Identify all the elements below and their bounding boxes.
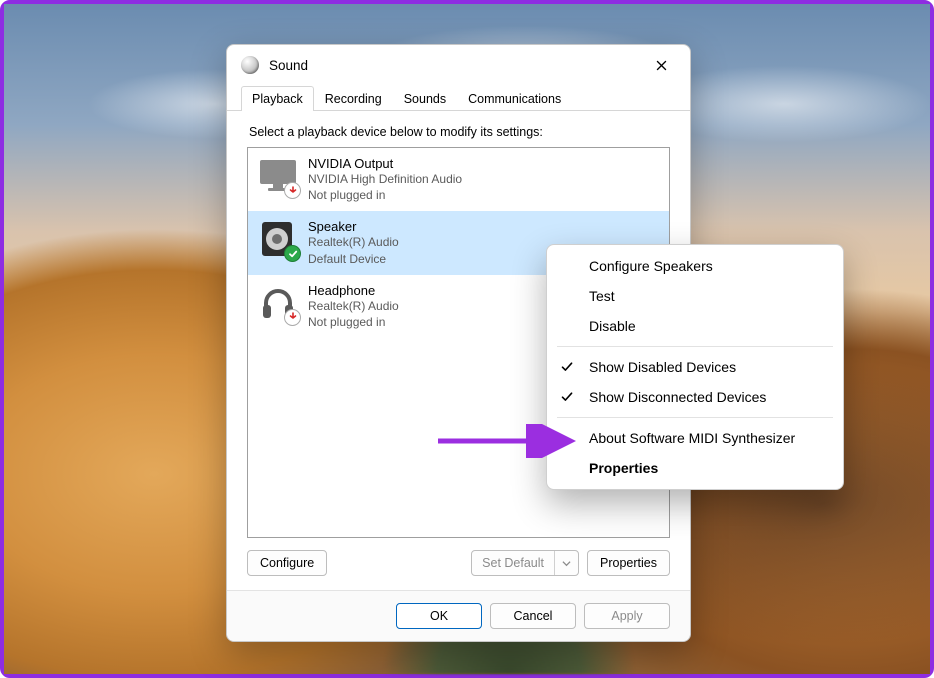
context-menu-item-properties[interactable]: Properties — [547, 453, 843, 483]
context-menu-item-label: Show Disabled Devices — [589, 359, 736, 375]
close-button[interactable] — [638, 50, 684, 80]
context-menu-item-disable[interactable]: Disable — [547, 311, 843, 341]
unplugged-badge-icon — [284, 309, 301, 326]
close-icon — [656, 60, 667, 71]
context-menu-item-show-disabled-devices[interactable]: Show Disabled Devices — [547, 352, 843, 382]
default-badge-icon — [284, 245, 301, 262]
context-menu-item-about-software-midi-synthesizer[interactable]: About Software MIDI Synthesizer — [547, 423, 843, 453]
context-menu-item-label: Disable — [589, 318, 636, 334]
device-subtitle: Realtek(R) Audio — [308, 298, 399, 314]
device-status: Not plugged in — [308, 187, 462, 203]
check-icon — [561, 390, 575, 404]
context-menu-item-configure-speakers[interactable]: Configure Speakers — [547, 251, 843, 281]
device-buttons-row: Configure Set Default Properties — [247, 538, 670, 590]
tab-communications[interactable]: Communications — [457, 86, 572, 111]
device-name: Speaker — [308, 219, 399, 234]
tab-strip: Playback Recording Sounds Communications — [227, 85, 690, 111]
set-default-label: Set Default — [472, 551, 554, 575]
device-name: Headphone — [308, 283, 399, 298]
context-menu-item-test[interactable]: Test — [547, 281, 843, 311]
context-menu-item-label: Test — [589, 288, 615, 304]
window-title: Sound — [269, 58, 638, 73]
unplugged-badge-icon — [284, 182, 301, 199]
instruction-text: Select a playback device below to modify… — [249, 125, 670, 139]
device-subtitle: Realtek(R) Audio — [308, 234, 399, 250]
context-menu-item-label: Show Disconnected Devices — [589, 389, 766, 405]
apply-button[interactable]: Apply — [584, 603, 670, 629]
context-menu: Configure Speakers Test Disable Show Disabl… — [546, 244, 844, 490]
device-subtitle: NVIDIA High Definition Audio — [308, 171, 462, 187]
context-menu-item-label: Properties — [589, 460, 658, 476]
context-menu-item-label: Configure Speakers — [589, 258, 713, 274]
cancel-button[interactable]: Cancel — [490, 603, 576, 629]
device-item-nvidia-output[interactable]: NVIDIA Output NVIDIA High Definition Aud… — [248, 148, 669, 211]
context-menu-item-label: About Software MIDI Synthesizer — [589, 430, 795, 446]
configure-button[interactable]: Configure — [247, 550, 327, 576]
tab-recording[interactable]: Recording — [314, 86, 393, 111]
tab-playback[interactable]: Playback — [241, 86, 314, 111]
context-menu-separator — [557, 346, 833, 347]
chevron-down-icon[interactable] — [554, 551, 578, 575]
speaker-icon — [258, 219, 298, 259]
device-text: NVIDIA Output NVIDIA High Definition Aud… — [308, 156, 462, 203]
check-icon — [561, 360, 575, 374]
context-menu-separator — [557, 417, 833, 418]
tab-sounds[interactable]: Sounds — [393, 86, 457, 111]
device-status: Not plugged in — [308, 314, 399, 330]
ok-button[interactable]: OK — [396, 603, 482, 629]
properties-button[interactable]: Properties — [587, 550, 670, 576]
sound-icon — [241, 56, 259, 74]
device-name: NVIDIA Output — [308, 156, 462, 171]
dialog-footer: OK Cancel Apply — [227, 590, 690, 641]
set-default-button[interactable]: Set Default — [471, 550, 579, 576]
device-text: Headphone Realtek(R) Audio Not plugged i… — [308, 283, 399, 330]
monitor-icon — [258, 156, 298, 196]
device-text: Speaker Realtek(R) Audio Default Device — [308, 219, 399, 266]
context-menu-item-show-disconnected-devices[interactable]: Show Disconnected Devices — [547, 382, 843, 412]
titlebar: Sound — [227, 45, 690, 85]
device-status: Default Device — [308, 251, 399, 267]
headphone-icon — [258, 283, 298, 323]
